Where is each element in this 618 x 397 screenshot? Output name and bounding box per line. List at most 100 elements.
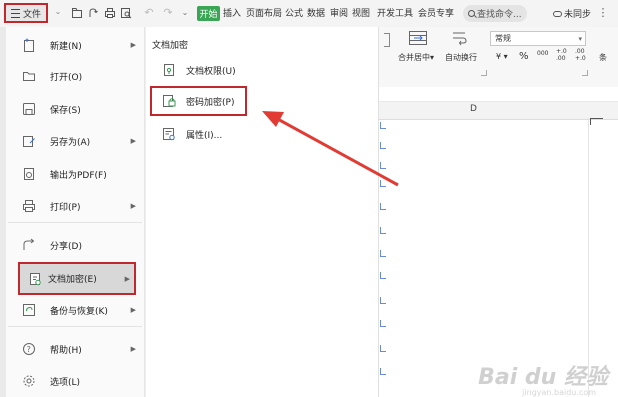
tab-page-layout[interactable]: 页面布局	[246, 7, 282, 21]
submenu-item-label: 属性(I)...	[186, 130, 223, 141]
menu-item-label: 另存为(A)	[50, 137, 91, 148]
annotation-arrow	[262, 111, 399, 187]
decrease-decimal-button[interactable]: .00 +.0	[575, 48, 589, 62]
cell-comment-marker	[380, 297, 386, 304]
dialog-launcher-icon[interactable]	[582, 70, 588, 76]
encrypt-doc-icon	[28, 272, 42, 286]
align-edge-icon[interactable]	[384, 33, 390, 47]
menu-item-label: 打印(P)	[50, 202, 81, 213]
menu-divider	[8, 222, 142, 223]
submenu-title: 文档加密	[152, 41, 189, 51]
wrap-text-button[interactable]: 自动换行	[445, 52, 477, 63]
increase-decimal-button[interactable]: +.0 .00	[556, 48, 570, 62]
watermark-logo: Bai du 经验	[478, 365, 608, 390]
doc-permission-icon	[162, 63, 176, 77]
menu-item-open[interactable]: 打开(O)	[6, 62, 144, 90]
chevron-down-icon[interactable]: ⌄	[52, 6, 64, 18]
percent-button[interactable]: %	[519, 51, 529, 62]
menu-divider	[8, 326, 142, 327]
column-header-d[interactable]: D	[470, 101, 477, 118]
menu-item-share[interactable]: 分享(D)	[6, 231, 144, 259]
print-preview-icon[interactable]	[120, 7, 132, 19]
tab-view[interactable]: 视图	[352, 7, 370, 21]
pdf-icon	[22, 167, 36, 181]
cell-comment-marker	[380, 272, 386, 279]
print-icon	[22, 199, 36, 213]
submenu-item-properties[interactable]: 属性(I)...	[158, 121, 268, 147]
currency-button[interactable]: ¥ ▾	[496, 52, 508, 61]
share-icon	[22, 238, 36, 252]
cell-comment-marker	[380, 227, 386, 234]
hamburger-icon	[10, 8, 20, 18]
merge-center-button[interactable]: 合并居中▾	[398, 52, 434, 63]
thousands-button[interactable]: 000	[537, 50, 548, 57]
tab-formulas[interactable]: 公式	[285, 7, 303, 21]
submenu-item-doc-permission[interactable]: 文档权限(U)	[158, 57, 268, 83]
tab-start[interactable]: 开始	[197, 6, 220, 21]
menu-item-encrypt-document[interactable]: 文档加密(E) ▶	[18, 262, 136, 295]
svg-text:?: ?	[27, 345, 31, 354]
search-icon	[468, 10, 475, 17]
submenu-item-password-encrypt[interactable]: 密码加密(P)	[150, 86, 247, 116]
watermark-url: jingyan.baidu.com	[522, 388, 596, 397]
redo-icon[interactable]	[87, 7, 99, 19]
redo-arrow-icon[interactable]: ↷	[162, 7, 174, 19]
help-icon: ?	[22, 342, 36, 356]
command-search[interactable]: 查找命令...	[463, 5, 527, 22]
merge-cells-icon[interactable]	[408, 30, 428, 49]
wrap-text-icon[interactable]	[451, 30, 469, 49]
spreadsheet-area[interactable]	[378, 87, 618, 397]
cell-comment-marker	[380, 320, 386, 327]
merge-center-label: 合并居中	[398, 53, 430, 62]
number-format-select[interactable]: 常规 ▾	[490, 31, 586, 46]
menu-item-backup-restore[interactable]: 备份与恢复(K) ▶	[6, 296, 144, 324]
menu-item-label: 分享(D)	[50, 241, 82, 252]
tab-insert[interactable]: 插入	[223, 7, 241, 21]
column-header-row	[378, 101, 618, 120]
backup-icon	[22, 303, 36, 317]
currency-symbol: ¥	[496, 52, 502, 61]
menu-item-save-as[interactable]: 另存为(A) ▶	[6, 127, 144, 155]
password-lock-icon	[162, 94, 176, 108]
file-menu-label: 文件	[22, 9, 41, 20]
submenu-arrow-icon: ▶	[130, 41, 136, 49]
submenu-arrow-icon: ▶	[124, 274, 130, 283]
chevron-down-icon: ▾	[578, 35, 582, 43]
dialog-launcher-icon[interactable]	[481, 70, 487, 76]
conditional-format-button[interactable]: 条	[599, 52, 607, 63]
tab-member[interactable]: 会员专享	[418, 7, 454, 21]
properties-icon	[162, 127, 176, 141]
submenu-arrow-icon: ▶	[130, 202, 136, 210]
menu-item-print[interactable]: 打印(P) ▶	[6, 192, 144, 220]
gear-icon	[22, 374, 36, 388]
number-format-value: 常规	[495, 34, 511, 43]
menu-item-new[interactable]: 新建(N) ▶	[6, 31, 144, 59]
new-doc-icon	[22, 38, 36, 52]
submenu-arrow-icon: ▶	[130, 306, 136, 314]
menu-item-save[interactable]: 保存(S)	[6, 95, 144, 123]
customize-dropdown-icon[interactable]: ⌄	[179, 7, 191, 19]
menu-item-help[interactable]: ? 帮助(H) ▶	[6, 335, 144, 363]
undo-icon[interactable]: ↶	[143, 7, 155, 19]
menu-item-label: 输出为PDF(F)	[50, 170, 107, 181]
tab-data[interactable]: 数据	[307, 7, 325, 21]
menu-item-export-pdf[interactable]: 输出为PDF(F)	[6, 160, 144, 188]
tab-start-label: 开始	[199, 10, 218, 20]
menu-item-label: 帮助(H)	[50, 345, 82, 356]
submenu-arrow-icon: ▶	[130, 345, 136, 353]
tab-developer[interactable]: 开发工具	[377, 7, 413, 21]
save-as-icon	[22, 134, 36, 148]
open-icon[interactable]	[71, 7, 83, 19]
tab-review[interactable]: 审阅	[330, 7, 348, 21]
menu-item-options[interactable]: 选项(L)	[6, 367, 144, 395]
cell-comment-marker	[380, 250, 386, 257]
file-menu-button[interactable]: 文件	[4, 3, 48, 23]
menu-item-label: 备份与恢复(K)	[50, 306, 108, 317]
more-icon[interactable]: ⋮	[597, 7, 609, 19]
submenu-item-label: 密码加密(P)	[186, 97, 235, 108]
sync-status[interactable]: 未同步	[553, 7, 591, 20]
command-search-placeholder: 查找命令...	[477, 10, 522, 20]
print-icon[interactable]	[104, 7, 116, 19]
cell-corner-mark	[590, 118, 603, 125]
sync-status-label: 未同步	[564, 10, 592, 20]
